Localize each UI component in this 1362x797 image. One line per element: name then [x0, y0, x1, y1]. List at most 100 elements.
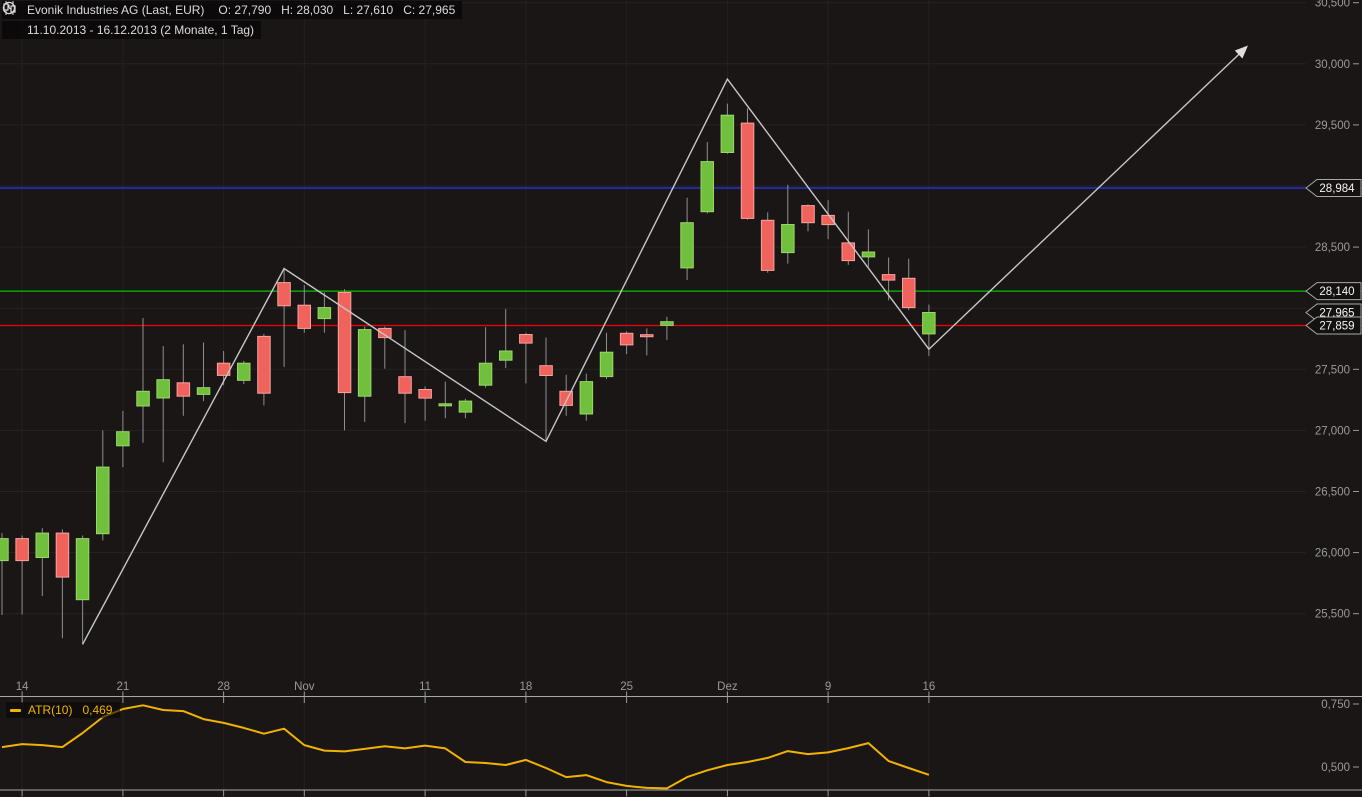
- candle-body: [438, 403, 452, 407]
- candle[interactable]: [902, 258, 916, 311]
- candle[interactable]: [35, 528, 49, 596]
- candle-body: [599, 351, 614, 378]
- x-axis-tick-label: Dez: [717, 681, 738, 693]
- candle[interactable]: [478, 327, 493, 388]
- x-axis-tick-label: 25: [620, 681, 633, 693]
- clock-icon: [2, 1, 21, 37]
- candle[interactable]: [700, 142, 714, 214]
- price-tag-support-green[interactable]: 28,140: [1305, 282, 1362, 301]
- candle[interactable]: [499, 308, 513, 369]
- candle[interactable]: [579, 373, 594, 421]
- price-tags[interactable]: 28,98428,14027,96527,859: [1305, 179, 1362, 335]
- candle[interactable]: [660, 316, 674, 340]
- candle[interactable]: [196, 342, 211, 402]
- candle[interactable]: [720, 103, 735, 154]
- close-value: C: 27,965: [403, 3, 456, 17]
- x-axis-tick-label: 21: [117, 681, 130, 693]
- candle[interactable]: [861, 229, 876, 267]
- candle-body: [841, 242, 855, 262]
- candle[interactable]: [237, 360, 251, 384]
- price-tag-support-red[interactable]: 27,859: [1305, 316, 1362, 335]
- candle[interactable]: [116, 410, 130, 468]
- period-header-row: 11.10.2013 - 16.12.2013 (2 Monate, 1 Tag…: [2, 1, 262, 39]
- candle[interactable]: [458, 398, 473, 419]
- candle-body: [237, 362, 251, 381]
- candle-body: [660, 321, 674, 326]
- grid: [0, 0, 1306, 790]
- candle-body: [55, 532, 70, 578]
- candle[interactable]: [801, 204, 815, 232]
- x-axis-tick-label: 16: [923, 681, 936, 693]
- candle-body: [257, 335, 271, 394]
- candle[interactable]: [176, 344, 191, 416]
- candle-body: [801, 205, 815, 224]
- candle[interactable]: [841, 211, 855, 265]
- candle-body: [277, 282, 291, 307]
- candle[interactable]: [15, 535, 29, 615]
- date-axis[interactable]: 14 21 28 Nov 11 18 25 Dez 9 16: [0, 681, 1362, 797]
- candle[interactable]: [96, 430, 110, 541]
- trend-zigzag-line[interactable]: [81, 49, 1245, 645]
- candle[interactable]: [257, 333, 271, 406]
- candle[interactable]: [55, 529, 70, 639]
- y-axis-tick-label: 28,500: [1315, 242, 1350, 254]
- candle-body: [96, 466, 110, 535]
- candle[interactable]: [357, 326, 372, 422]
- candle[interactable]: [0, 533, 9, 615]
- candle-body: [337, 291, 352, 394]
- candle-body: [136, 390, 150, 407]
- x-axis-tick-label: 9: [825, 681, 831, 693]
- candle[interactable]: [438, 381, 452, 419]
- candle[interactable]: [519, 332, 533, 384]
- candle[interactable]: [418, 386, 432, 421]
- candle-body: [861, 251, 876, 258]
- candle-body: [357, 329, 372, 397]
- y-axis-tick-label: 29,500: [1315, 120, 1350, 132]
- candle-body: [378, 327, 392, 339]
- y-axis-tick-label: 26,500: [1315, 487, 1350, 499]
- date-range-label: 11.10.2013 - 16.12.2013 (2 Monate, 1 Tag…: [27, 23, 255, 37]
- candle[interactable]: [398, 330, 412, 424]
- candle-body: [902, 277, 916, 309]
- candle-body: [478, 362, 493, 386]
- candle-body: [781, 224, 795, 254]
- candle-body: [116, 431, 130, 447]
- candle[interactable]: [760, 212, 775, 273]
- atr-axis-tick-label: 0,500: [1321, 762, 1350, 774]
- candle[interactable]: [277, 267, 291, 367]
- atr-indicator-value: 0,469: [82, 703, 113, 717]
- instrument-header-row: Evonik Industries AG (Last, EUR) O: 27,7…: [2, 1, 463, 19]
- atr-line-icon: [10, 708, 21, 712]
- candle[interactable]: [619, 331, 634, 355]
- atr-legend[interactable]: ATR(10) 0,469: [6, 702, 121, 718]
- x-axis-tick-label: Nov: [294, 681, 315, 693]
- candle-body: [922, 312, 936, 335]
- x-axis-tick-label: 18: [520, 681, 533, 693]
- y-axis-tick-label: 27,000: [1315, 425, 1350, 437]
- y-axis-tick-label: 30,000: [1315, 59, 1350, 71]
- candle[interactable]: [136, 318, 150, 443]
- x-axis-tick-label: 28: [217, 681, 230, 693]
- candle[interactable]: [599, 332, 614, 380]
- candle[interactable]: [297, 285, 311, 333]
- candle-body: [499, 350, 513, 361]
- candle[interactable]: [539, 337, 553, 442]
- candle-body: [35, 532, 49, 558]
- price-tag-resistance-blue[interactable]: 28,984: [1305, 179, 1362, 197]
- candle[interactable]: [75, 535, 90, 645]
- candle[interactable]: [740, 108, 755, 220]
- candle[interactable]: [680, 197, 694, 281]
- candle[interactable]: [881, 257, 896, 301]
- candle-body: [539, 365, 553, 377]
- atr-line[interactable]: [1, 704, 930, 790]
- candle-body: [640, 334, 654, 338]
- candle-body: [760, 219, 775, 271]
- atr-pane[interactable]: 0,750 0,500: [1, 699, 1359, 790]
- y-axis-tick-label: 30,500: [1315, 0, 1350, 10]
- price-chart-canvas[interactable]: 25,50026,00026,50027,00027,50028,00028,5…: [0, 0, 1362, 797]
- candle[interactable]: [781, 184, 795, 264]
- x-axis-tick-label: 11: [419, 681, 431, 693]
- y-axis-tick-label: 25,500: [1315, 609, 1350, 621]
- candle[interactable]: [156, 346, 170, 463]
- candle[interactable]: [640, 328, 654, 356]
